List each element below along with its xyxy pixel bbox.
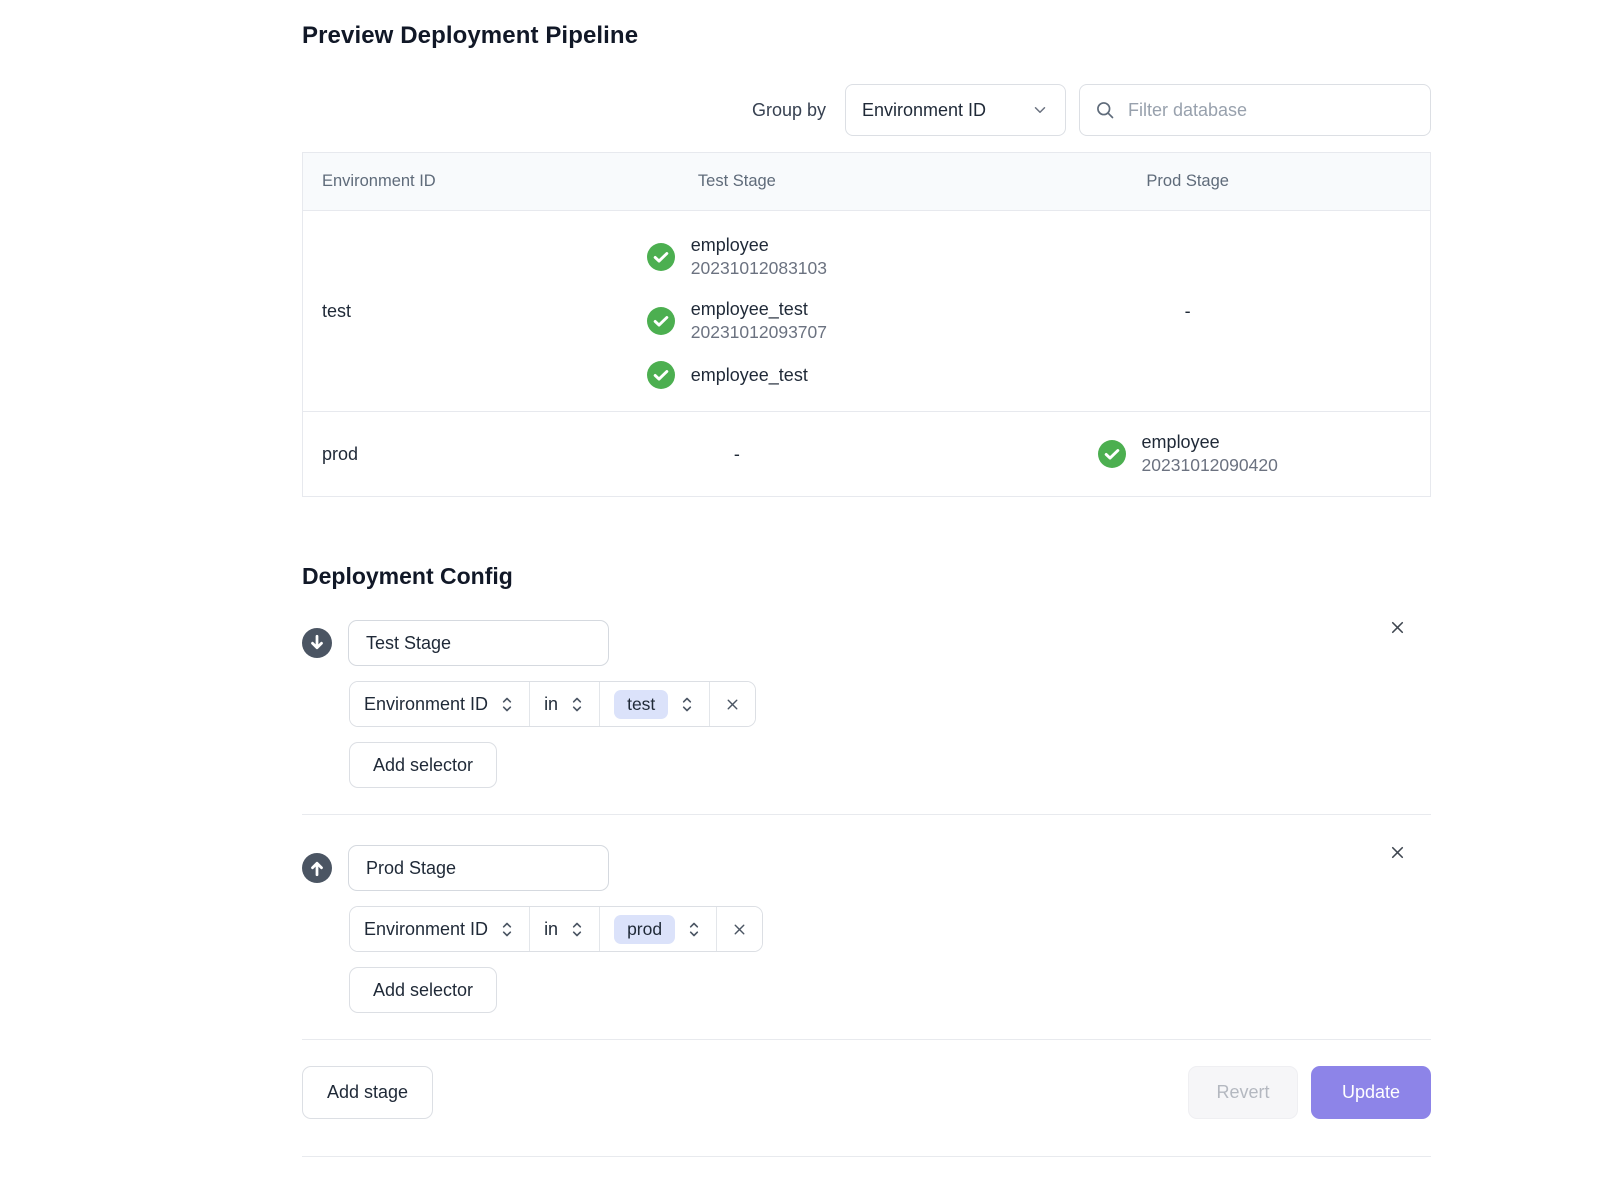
filter-database-input[interactable] [1126, 99, 1415, 122]
check-circle-icon [647, 307, 675, 335]
prod-stage-cell: - [945, 301, 1430, 322]
database-list: employee 20231012083103 employee_test 20… [647, 233, 827, 389]
selector-key-dropdown[interactable]: Environment ID [350, 682, 529, 726]
remove-selector-button[interactable] [716, 907, 762, 951]
pipeline-toolbar: Group by Environment ID [302, 84, 1431, 136]
selector-value-dropdown[interactable]: test [599, 682, 709, 726]
stage-header [302, 845, 1431, 891]
column-header-environment-id: Environment ID [303, 172, 528, 191]
selector-group: Environment ID in test [349, 681, 756, 727]
selector-value-badge: prod [614, 915, 675, 944]
deployment-pipeline-page: Preview Deployment Pipeline Group by Env… [0, 0, 1600, 1157]
selector-operator-dropdown[interactable]: in [529, 907, 599, 951]
selector-group: Environment ID in prod [349, 906, 763, 952]
filter-database-box [1079, 84, 1431, 136]
database-entry: employee_test [647, 361, 808, 389]
selector-row: Environment ID in prod [349, 906, 1431, 952]
test-stage-cell: - [528, 444, 945, 465]
page-title: Preview Deployment Pipeline [302, 22, 1431, 50]
database-name: employee_test [691, 363, 808, 387]
selector-operator-dropdown[interactable]: in [529, 682, 599, 726]
stage-divider [302, 814, 1431, 815]
database-info: employee 20231012083103 [691, 233, 827, 281]
deployment-config-title: Deployment Config [302, 563, 1431, 590]
search-icon [1095, 100, 1115, 120]
close-icon [731, 921, 748, 938]
selector-value-badge: test [614, 690, 668, 719]
add-selector-button[interactable]: Add selector [349, 742, 497, 788]
footer-divider [302, 1039, 1431, 1040]
database-name: employee_test [691, 297, 827, 321]
unfold-more-icon [499, 920, 515, 939]
selector-key-dropdown[interactable]: Environment ID [350, 907, 529, 951]
database-version: 20231012090420 [1142, 454, 1278, 478]
remove-selector-button[interactable] [709, 682, 755, 726]
add-stage-button[interactable]: Add stage [302, 1066, 433, 1119]
empty-stage-dash: - [1185, 301, 1191, 322]
arrow-down-circle-icon [302, 628, 332, 658]
database-info: employee_test [691, 363, 808, 387]
database-version: 20231012093707 [691, 321, 827, 345]
column-header-prod-stage: Prod Stage [945, 172, 1430, 191]
unfold-more-icon [569, 920, 585, 939]
unfold-more-icon [686, 920, 702, 939]
footer-right-actions: Revert Update [1188, 1066, 1431, 1119]
arrow-up-circle-icon [302, 853, 332, 883]
stage-block-test: Environment ID in test [302, 620, 1431, 788]
check-circle-icon [1098, 440, 1126, 468]
close-icon [724, 696, 741, 713]
chevron-down-icon [1031, 101, 1049, 119]
environment-name: test [303, 301, 528, 322]
close-icon [1388, 843, 1407, 862]
pipeline-table-header: Environment ID Test Stage Prod Stage [303, 153, 1430, 211]
database-name: employee [1142, 430, 1278, 454]
remove-stage-button[interactable] [1384, 839, 1411, 866]
column-header-test-stage: Test Stage [528, 172, 945, 191]
group-by-label: Group by [752, 100, 826, 121]
group-by-select[interactable]: Environment ID [845, 84, 1066, 136]
config-actions: Add stage Revert Update [302, 1066, 1431, 1119]
group-by-value: Environment ID [862, 100, 986, 121]
unfold-more-icon [569, 695, 585, 714]
selector-key-label: Environment ID [364, 919, 488, 940]
add-selector-button[interactable]: Add selector [349, 967, 497, 1013]
revert-button[interactable]: Revert [1188, 1066, 1298, 1119]
check-circle-icon [647, 243, 675, 271]
selector-row: Environment ID in test [349, 681, 1431, 727]
prod-stage-cell: employee 20231012090420 [945, 430, 1430, 478]
unfold-more-icon [679, 695, 695, 714]
database-entry: employee 20231012090420 [1098, 430, 1278, 478]
stage-block-prod: Environment ID in prod [302, 845, 1431, 1013]
update-button[interactable]: Update [1311, 1066, 1431, 1119]
database-info: employee 20231012090420 [1142, 430, 1278, 478]
bottom-rule [302, 1156, 1431, 1157]
database-entry: employee 20231012083103 [647, 233, 827, 281]
close-icon [1388, 618, 1407, 637]
database-list: employee 20231012090420 [1098, 430, 1278, 478]
selector-key-label: Environment ID [364, 694, 488, 715]
table-row-prod: prod - employee 20231012090420 [303, 411, 1430, 496]
stage-name-input[interactable] [348, 620, 609, 666]
selector-operator-label: in [544, 694, 558, 715]
unfold-more-icon [499, 695, 515, 714]
environment-name: prod [303, 444, 528, 465]
remove-stage-button[interactable] [1384, 614, 1411, 641]
database-name: employee [691, 233, 827, 257]
check-circle-icon [647, 361, 675, 389]
stage-header [302, 620, 1431, 666]
stage-name-input[interactable] [348, 845, 609, 891]
empty-stage-dash: - [734, 444, 740, 465]
selector-value-dropdown[interactable]: prod [599, 907, 716, 951]
pipeline-table: Environment ID Test Stage Prod Stage tes… [302, 152, 1431, 497]
database-info: employee_test 20231012093707 [691, 297, 827, 345]
database-entry: employee_test 20231012093707 [647, 297, 827, 345]
database-version: 20231012083103 [691, 257, 827, 281]
selector-operator-label: in [544, 919, 558, 940]
table-row-test: test employee 20231012083103 [303, 211, 1430, 411]
test-stage-cell: employee 20231012083103 employee_test 20… [528, 233, 945, 389]
